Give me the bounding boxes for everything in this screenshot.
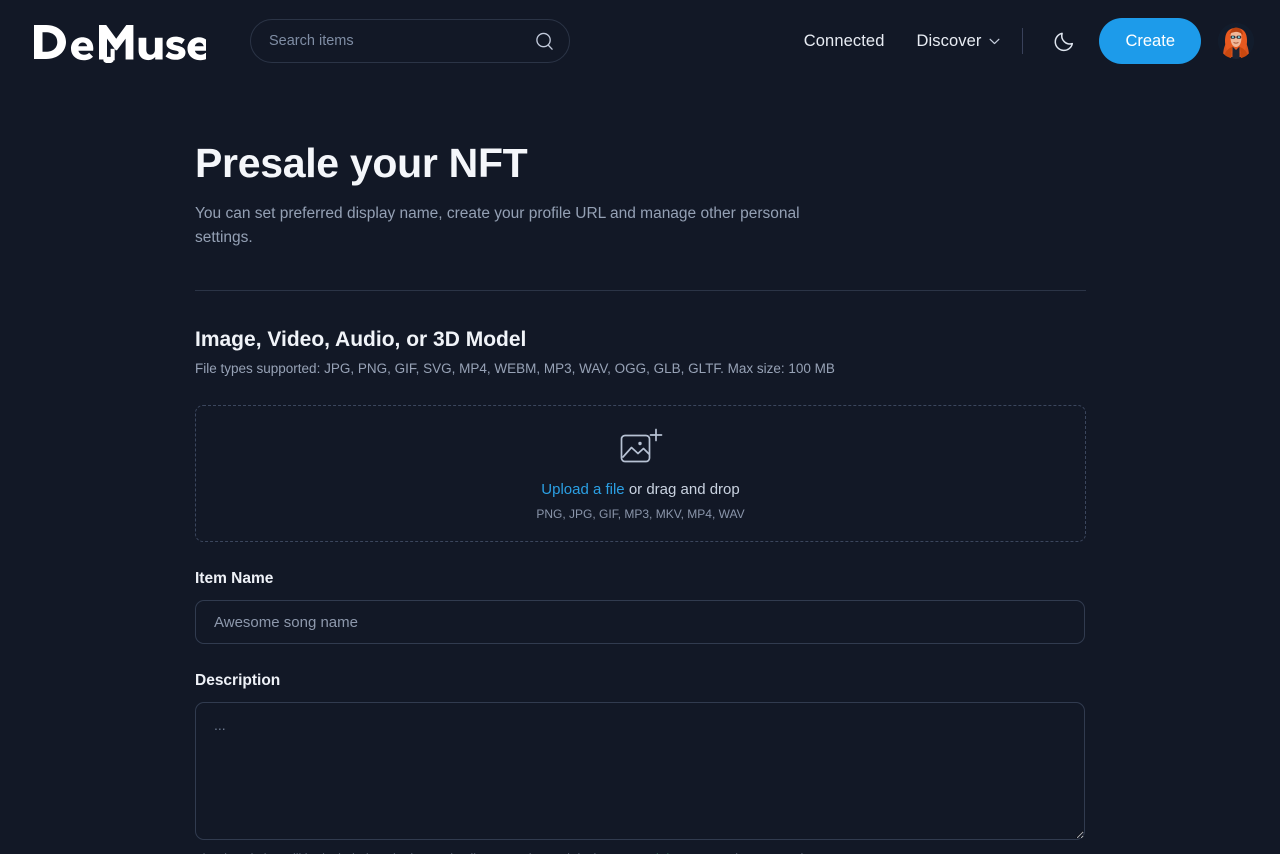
discover-label: Discover bbox=[916, 31, 982, 50]
page-title: Presale your NFT bbox=[195, 140, 528, 186]
media-section-title: Image, Video, Audio, or 3D Model bbox=[195, 328, 527, 352]
drag-and-drop-text: or drag and drop bbox=[624, 480, 740, 498]
search-box[interactable] bbox=[250, 19, 570, 63]
section-divider bbox=[195, 290, 1086, 292]
search-input[interactable] bbox=[250, 19, 570, 63]
description-label: Description bbox=[195, 672, 281, 690]
media-section-subtitle: File types supported: JPG, PNG, GIF, SVG… bbox=[195, 361, 835, 377]
header-actions: Connected Discover Create bbox=[804, 18, 1254, 64]
item-name-label: Item Name bbox=[195, 570, 274, 588]
top-header: Connected Discover Create bbox=[0, 0, 1280, 82]
create-button[interactable]: Create bbox=[1099, 18, 1201, 64]
app-root: Connected Discover Create bbox=[0, 0, 1280, 854]
image-plus-icon bbox=[620, 428, 662, 462]
user-avatar[interactable] bbox=[1218, 23, 1254, 59]
demuse-logo[interactable] bbox=[30, 18, 206, 64]
description-textarea[interactable] bbox=[195, 702, 1085, 841]
dropzone-primary-text: Upload a file or drag and drop bbox=[541, 481, 739, 498]
chevron-down-icon bbox=[989, 38, 1000, 44]
dropzone-formats: PNG, JPG, GIF, MP3, MKV, MP4, WAV bbox=[536, 506, 745, 521]
theme-toggle-button[interactable] bbox=[1045, 21, 1085, 61]
file-dropzone[interactable]: Upload a file or drag and drop PNG, JPG,… bbox=[195, 405, 1086, 543]
moon-icon bbox=[1055, 32, 1074, 52]
discover-menu[interactable]: Discover bbox=[916, 32, 1000, 51]
main-content: Presale your NFT You can set preferred d… bbox=[0, 82, 1280, 854]
connected-status[interactable]: Connected bbox=[804, 32, 885, 51]
header-divider bbox=[1022, 28, 1024, 54]
page-subtitle: You can set preferred display name, crea… bbox=[195, 205, 800, 247]
upload-a-file-link[interactable]: Upload a file bbox=[541, 481, 624, 498]
item-name-input[interactable] bbox=[195, 600, 1085, 645]
